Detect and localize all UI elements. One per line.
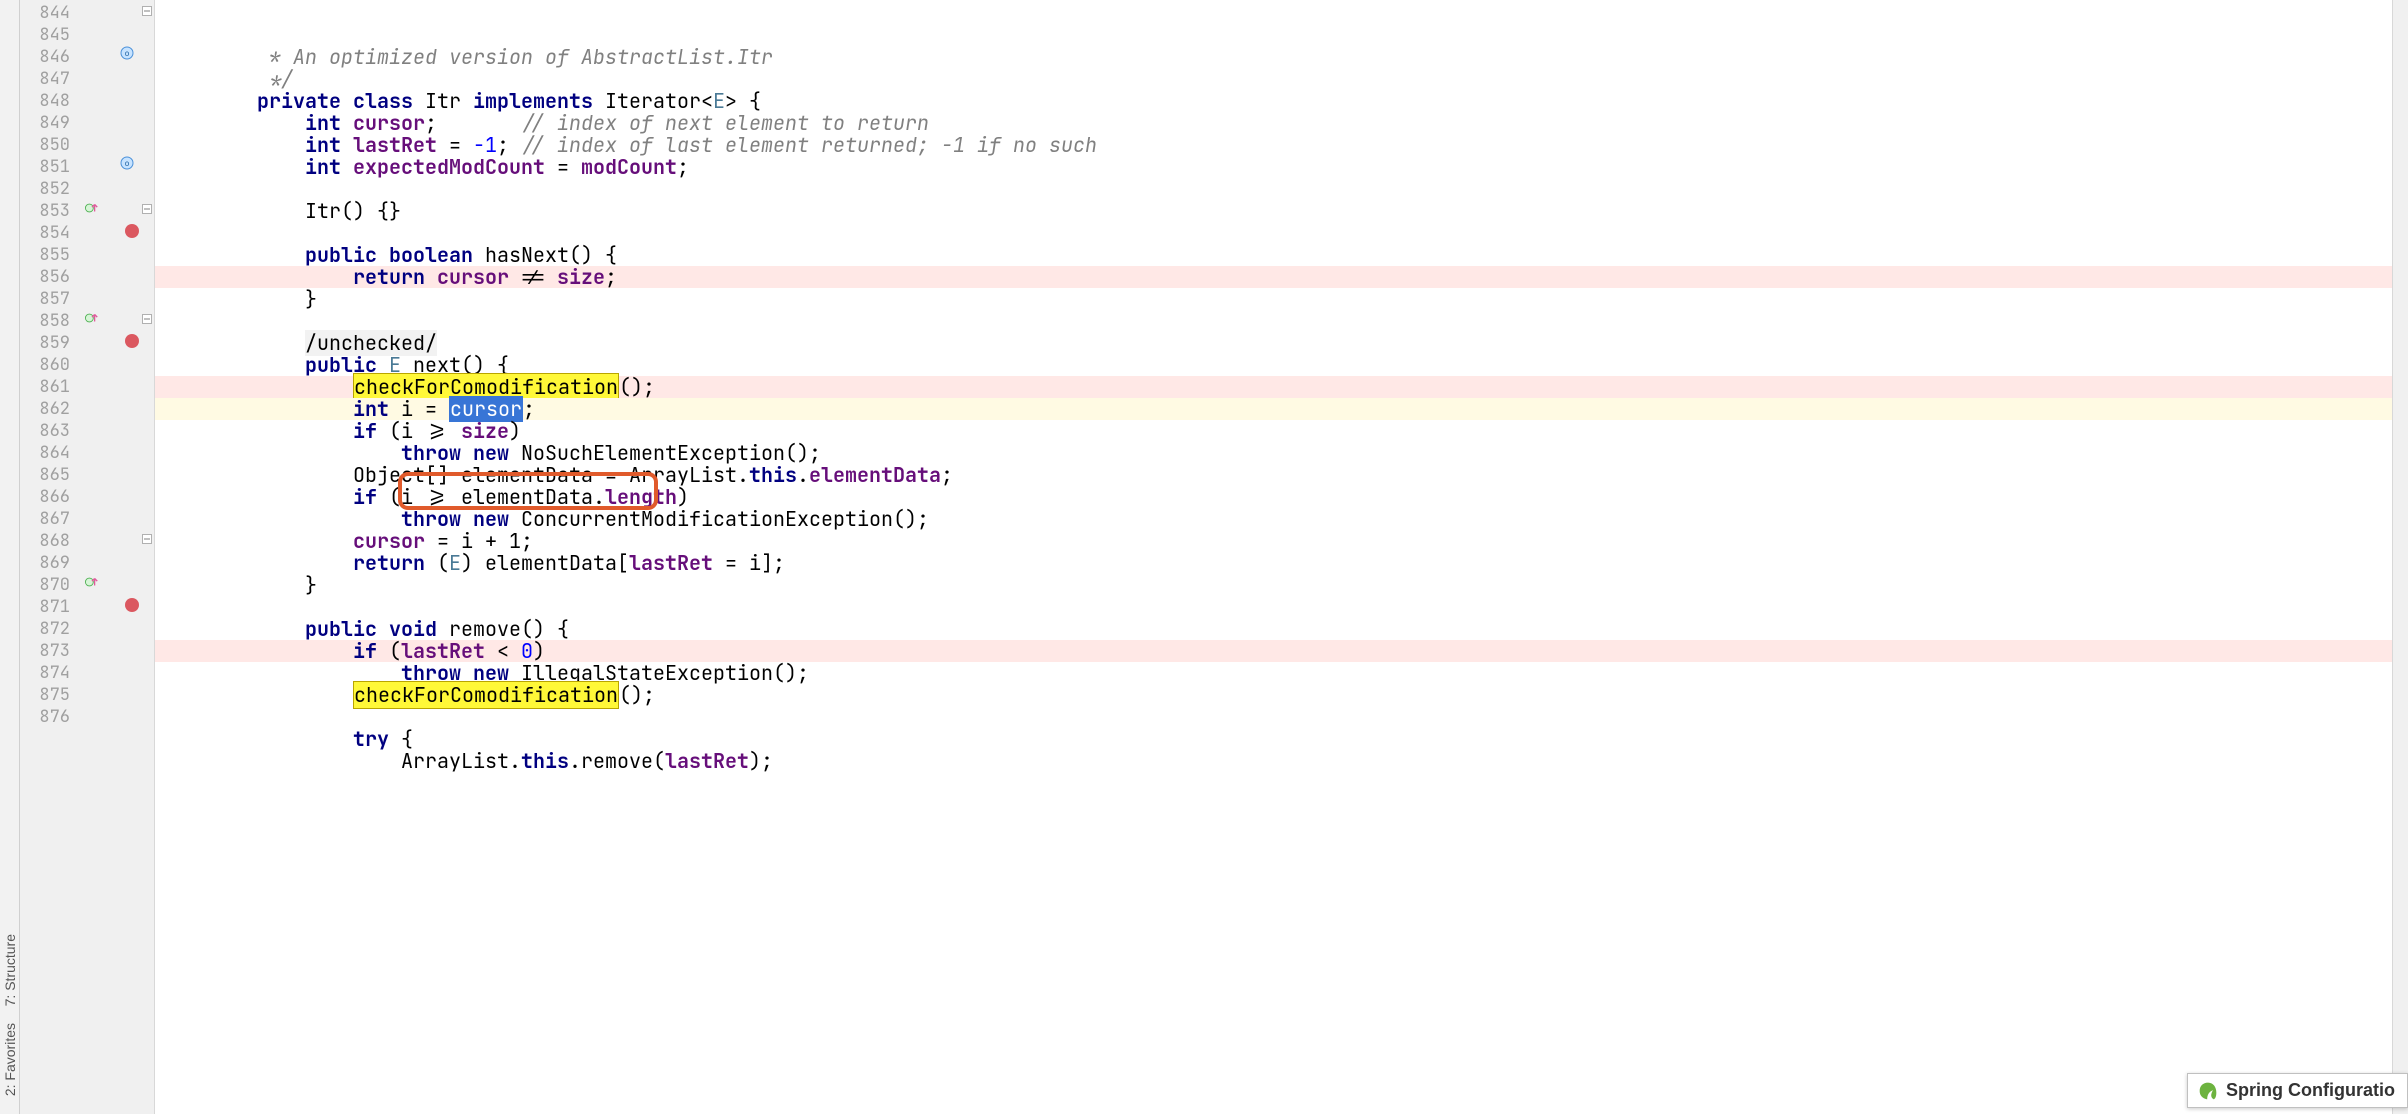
line-number: 865 bbox=[20, 464, 70, 486]
override-icon[interactable]: o bbox=[120, 46, 136, 62]
line-number: 846 bbox=[20, 46, 70, 68]
code-line[interactable]: Object[] elementData = ArrayList.this.el… bbox=[155, 464, 2392, 486]
line-number: 859 bbox=[20, 332, 70, 354]
breakpoint-icon[interactable] bbox=[125, 334, 139, 348]
breakpoint-icon[interactable] bbox=[125, 224, 139, 238]
line-number: 875 bbox=[20, 684, 70, 706]
line-number: 862 bbox=[20, 398, 70, 420]
implements-icon[interactable] bbox=[84, 311, 100, 325]
line-number: 849 bbox=[20, 112, 70, 134]
code-editor[interactable]: * An optimized version of AbstractList.I… bbox=[155, 0, 2392, 1114]
breakpoint-icon[interactable] bbox=[125, 598, 139, 612]
code-line[interactable]: cursor = i + 1; bbox=[155, 530, 2392, 552]
code-line[interactable]: int i = cursor; bbox=[155, 398, 2392, 420]
line-number: 856 bbox=[20, 266, 70, 288]
line-number: 850 bbox=[20, 134, 70, 156]
error-stripe[interactable] bbox=[2392, 0, 2408, 1114]
left-tool-strip: 7: Structure 2: Favorites bbox=[0, 0, 20, 1114]
code-line[interactable]: int expectedModCount = modCount; bbox=[155, 156, 2392, 178]
spring-leaf-icon bbox=[2198, 1081, 2218, 1101]
line-number: 847 bbox=[20, 68, 70, 90]
code-line[interactable]: throw new ConcurrentModificationExceptio… bbox=[155, 508, 2392, 530]
line-number: 845 bbox=[20, 24, 70, 46]
spring-config-notification[interactable]: Spring Configuratio bbox=[2187, 1073, 2408, 1108]
code-line[interactable]: checkForComodification(); bbox=[155, 376, 2392, 398]
line-number: 861 bbox=[20, 376, 70, 398]
structure-tool-button[interactable]: 7: Structure bbox=[2, 926, 18, 1014]
line-number: 863 bbox=[20, 420, 70, 442]
code-line[interactable]: Itr() {} bbox=[155, 200, 2392, 222]
line-number: 858 bbox=[20, 310, 70, 332]
line-number: 852 bbox=[20, 178, 70, 200]
line-number: 867 bbox=[20, 508, 70, 530]
fold-toggle-icon[interactable] bbox=[142, 314, 152, 324]
code-line[interactable]: if (lastRet < 0) bbox=[155, 640, 2392, 662]
code-line[interactable]: return cursor != size; bbox=[155, 266, 2392, 288]
line-number: 851 bbox=[20, 156, 70, 178]
code-line[interactable]: } bbox=[155, 288, 2392, 310]
line-number: 874 bbox=[20, 662, 70, 684]
line-number: 853 bbox=[20, 200, 70, 222]
code-line[interactable]: checkForComodification(); bbox=[155, 684, 2392, 706]
fold-toggle-icon[interactable] bbox=[142, 6, 152, 16]
line-number: 870 bbox=[20, 574, 70, 596]
svg-text:o: o bbox=[125, 49, 130, 59]
line-number: 864 bbox=[20, 442, 70, 464]
code-line[interactable]: ArrayList.this.remove(lastRet); bbox=[155, 750, 2392, 772]
code-line[interactable]: try { bbox=[155, 728, 2392, 750]
code-line[interactable]: */ bbox=[155, 68, 2392, 90]
code-line[interactable] bbox=[155, 178, 2392, 200]
fold-toggle-icon[interactable] bbox=[142, 204, 152, 214]
favorites-tool-button[interactable]: 2: Favorites bbox=[2, 1015, 18, 1104]
svg-text:o: o bbox=[125, 159, 130, 169]
code-line[interactable]: private class Itr implements Iterator<E>… bbox=[155, 90, 2392, 112]
code-line[interactable] bbox=[155, 596, 2392, 618]
code-line[interactable]: if (i >= size) bbox=[155, 420, 2392, 442]
code-line[interactable]: return (E) elementData[lastRet = i]; bbox=[155, 552, 2392, 574]
line-number: 855 bbox=[20, 244, 70, 266]
line-number-gutter: 8448458468478488498508518528538548558568… bbox=[20, 0, 80, 1114]
code-line[interactable]: if (i >= elementData.length) bbox=[155, 486, 2392, 508]
line-number: 876 bbox=[20, 706, 70, 728]
code-line[interactable]: throw new NoSuchElementException(); bbox=[155, 442, 2392, 464]
spring-config-label: Spring Configuratio bbox=[2226, 1080, 2395, 1101]
code-line[interactable]: public boolean hasNext() { bbox=[155, 244, 2392, 266]
implements-icon[interactable] bbox=[84, 575, 100, 589]
code-line[interactable]: int cursor; // index of next element to … bbox=[155, 112, 2392, 134]
override-icon[interactable]: o bbox=[120, 156, 136, 172]
code-line[interactable]: /unchecked/ bbox=[155, 332, 2392, 354]
line-number: 869 bbox=[20, 552, 70, 574]
line-number: 857 bbox=[20, 288, 70, 310]
code-line[interactable] bbox=[155, 310, 2392, 332]
code-line[interactable] bbox=[155, 706, 2392, 728]
fold-toggle-icon[interactable] bbox=[142, 534, 152, 544]
code-line[interactable]: public void remove() { bbox=[155, 618, 2392, 640]
icon-gutter: oo bbox=[80, 0, 155, 1114]
line-number: 871 bbox=[20, 596, 70, 618]
code-line[interactable]: * An optimized version of AbstractList.I… bbox=[155, 46, 2392, 68]
code-line[interactable]: int lastRet = -1; // index of last eleme… bbox=[155, 134, 2392, 156]
code-line[interactable]: } bbox=[155, 574, 2392, 596]
implements-icon[interactable] bbox=[84, 201, 100, 215]
line-number: 860 bbox=[20, 354, 70, 376]
line-number: 854 bbox=[20, 222, 70, 244]
line-number: 873 bbox=[20, 640, 70, 662]
line-number: 866 bbox=[20, 486, 70, 508]
line-number: 848 bbox=[20, 90, 70, 112]
line-number: 872 bbox=[20, 618, 70, 640]
line-number: 844 bbox=[20, 2, 70, 24]
line-number: 868 bbox=[20, 530, 70, 552]
code-line[interactable] bbox=[155, 222, 2392, 244]
